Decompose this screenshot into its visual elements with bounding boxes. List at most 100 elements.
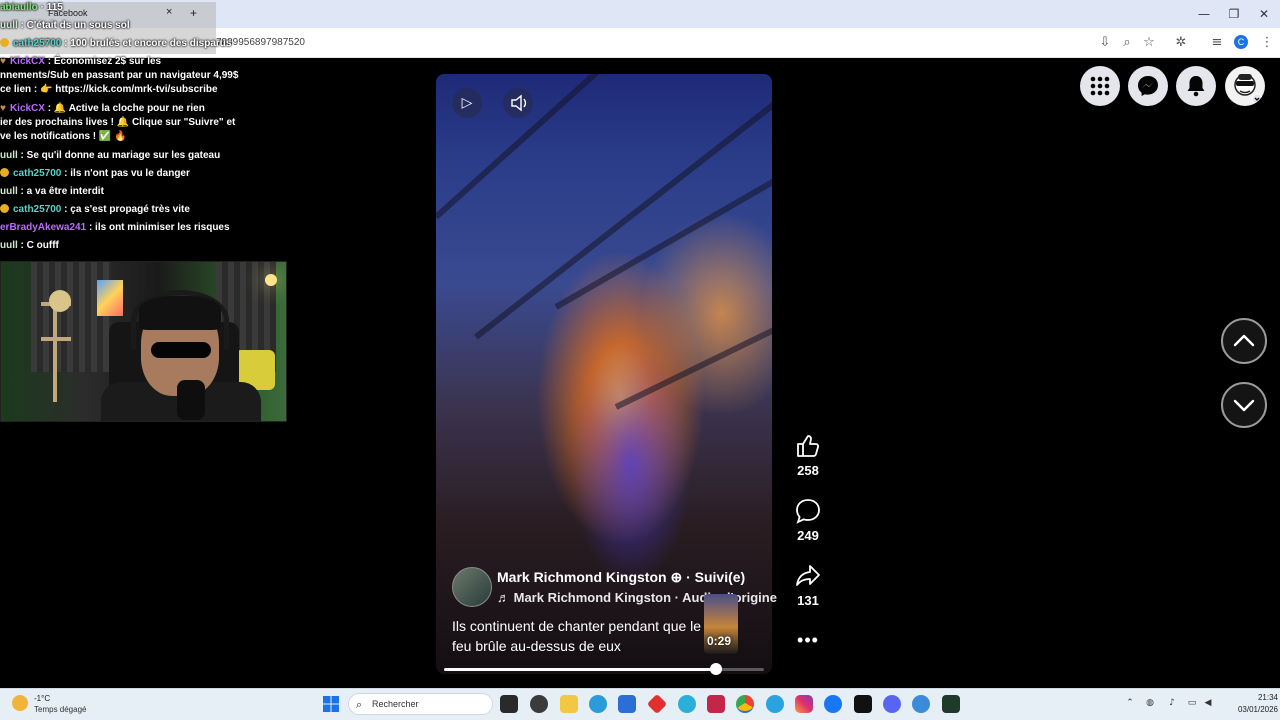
browser-profile-avatar[interactable]: C: [1234, 35, 1248, 49]
menu-grid-icon[interactable]: [1080, 66, 1120, 106]
taskbar-search-box[interactable]: [348, 693, 493, 715]
volume-icon[interactable]: [503, 88, 533, 118]
chat-username: cath25700: [13, 168, 62, 179]
chat-text: : 100 brulés et encore des disparus: [61, 38, 232, 49]
weather-moon-icon[interactable]: [12, 695, 28, 711]
chat-username: uull: [0, 186, 18, 197]
share-icon[interactable]: [792, 560, 824, 592]
taskbar-search-placeholder: Rechercher: [372, 699, 419, 709]
tray-overflow-icon[interactable]: ⌃: [1124, 697, 1136, 709]
network-icon[interactable]: ▭: [1186, 697, 1198, 709]
chat-username: uull: [0, 240, 18, 251]
comment-count: 249: [797, 528, 819, 543]
sub-badge-icon: [0, 204, 9, 213]
chat-text: : a va être interdit: [17, 186, 104, 197]
next-reel-button[interactable]: [1221, 382, 1267, 428]
messenger-icon[interactable]: [1128, 66, 1168, 106]
chat-text: : ils n'ont pas vu le danger: [61, 168, 190, 179]
weather-description[interactable]: Temps dégagé: [34, 705, 86, 714]
chat-message: cath25700 : ils n'ont pas vu le danger: [0, 168, 190, 179]
video-progress-handle[interactable]: [710, 663, 722, 675]
previous-reel-button[interactable]: [1221, 318, 1267, 364]
store-icon[interactable]: [618, 695, 636, 713]
like-icon[interactable]: [792, 430, 824, 462]
bookmark-star-icon[interactable]: ☆: [1140, 34, 1158, 52]
tray-app-icon[interactable]: ◍: [1144, 697, 1156, 709]
tiktok-icon[interactable]: [854, 695, 872, 713]
like-count: 258: [797, 463, 819, 478]
comment-icon[interactable]: [792, 495, 824, 527]
telegram-icon[interactable]: [766, 695, 784, 713]
chat-message-continued: ier des prochains lives ! 🔔 Clique sur "…: [0, 117, 235, 128]
browser-menu-icon[interactable]: ⋮: [1258, 34, 1276, 52]
chat-text: : 🔔 Active la cloche pour ne rien: [44, 103, 205, 114]
more-options-icon[interactable]: •••: [796, 630, 820, 650]
chat-text: · 115: [37, 2, 63, 13]
profile-avatar[interactable]: [1225, 66, 1265, 106]
follow-status[interactable]: ⊕ · Suivi(e): [667, 569, 745, 585]
chat-app-icon[interactable]: [530, 695, 548, 713]
media-control-icon[interactable]: ≡: [1208, 34, 1226, 52]
author-name-text[interactable]: Mark Richmond Kingston: [497, 569, 667, 585]
chat-username: erBradyAkewa241: [0, 222, 87, 233]
extensions-icon[interactable]: ✲: [1172, 34, 1190, 52]
notifications-bell-icon[interactable]: [1176, 66, 1216, 106]
chat-message-continued: ve les notifications ! ✅ 🔥: [0, 131, 127, 142]
clock-time[interactable]: 21:34: [1238, 693, 1278, 702]
chat-message: uull : Se qu'il donne au mariage sur les…: [0, 150, 220, 161]
minimize-button[interactable]: —: [1196, 6, 1212, 22]
chat-username: cath25700: [13, 204, 62, 215]
chrome-icon[interactable]: [736, 695, 754, 713]
windows-start-icon[interactable]: [322, 695, 340, 713]
chat-message: uull : a va être interdit: [0, 186, 104, 197]
chat-message: ♥ KickCX : 🔔 Active la cloche pour ne rie…: [0, 103, 205, 114]
windows-taskbar: [0, 688, 1280, 720]
install-app-icon[interactable]: ⇩: [1096, 34, 1114, 52]
sub-badge-icon: [0, 38, 9, 47]
weather-temperature[interactable]: -1°C: [34, 694, 50, 703]
chat-message: uull : C oufff: [0, 240, 59, 251]
instagram-icon[interactable]: [795, 695, 813, 713]
file-explorer-icon[interactable]: [560, 695, 578, 713]
maximize-button[interactable]: ❐: [1226, 6, 1242, 22]
chat-text: ier des prochains lives ! 🔔 Clique sur "…: [0, 117, 236, 128]
chat-message: erBradyAkewa241 : ils ont minimiser les …: [0, 222, 230, 233]
discord-icon[interactable]: [883, 695, 901, 713]
chat-text: ce lien : 👉 https://kick.com/mrk-tvi/sub…: [0, 84, 218, 95]
play-icon[interactable]: ▷: [452, 88, 482, 118]
chat-text: : ça s'est propagé très vite: [61, 204, 190, 215]
heart-badge-icon: ♥: [0, 103, 6, 114]
chat-message: abiaullo · 115: [0, 2, 63, 13]
share-count: 131: [797, 593, 819, 608]
chat-text: nnements/Sub en passant par un navigateu…: [0, 70, 239, 81]
facebook-icon[interactable]: [824, 695, 842, 713]
chat-message: uull : C'était ds un sous sol: [0, 20, 130, 31]
app-cyan-icon[interactable]: [678, 695, 696, 713]
author-name[interactable]: Mark Richmond Kingston ⊕ · Suivi(e): [497, 569, 745, 586]
chat-text: ve les notifications ! ✅ 🔥: [0, 131, 127, 142]
author-avatar[interactable]: [452, 567, 492, 607]
chat-message-continued: ce lien : 👉 https://kick.com/mrk-tvi/sub…: [0, 84, 218, 95]
chat-username: uull: [0, 20, 18, 31]
app-shield-icon[interactable]: [707, 695, 725, 713]
zoom-icon[interactable]: ⌕: [1118, 34, 1136, 52]
microphone-icon[interactable]: ♪: [1166, 697, 1178, 709]
chat-message-continued: nnements/Sub en passant par un navigateu…: [0, 70, 238, 81]
stream-chat-overlay: abiaullo · 115 uull : C'était ds un sous…: [0, 0, 300, 260]
chat-username: uull: [0, 150, 18, 161]
chat-username: KickCX: [9, 103, 45, 114]
heart-badge-icon: ♥: [0, 56, 6, 67]
edge-icon[interactable]: [589, 695, 607, 713]
chat-message: ♥ KickCX : Économisez 2$ sur les: [0, 56, 161, 67]
search-icon: ⌕: [356, 698, 363, 711]
volume-tray-icon[interactable]: ◀: [1202, 697, 1214, 709]
task-view-icon[interactable]: [500, 695, 518, 713]
close-window-button[interactable]: ✕: [1256, 6, 1272, 22]
terminal-icon[interactable]: [942, 695, 960, 713]
video-progress-fill: [444, 668, 716, 671]
clock-date[interactable]: 03/01/2026: [1224, 705, 1278, 714]
chat-username: KickCX: [9, 56, 45, 67]
streamer-webcam: [0, 261, 287, 422]
app-blue-icon[interactable]: [912, 695, 930, 713]
chat-message: cath25700 : 100 brulés et encore des dis…: [0, 38, 231, 49]
